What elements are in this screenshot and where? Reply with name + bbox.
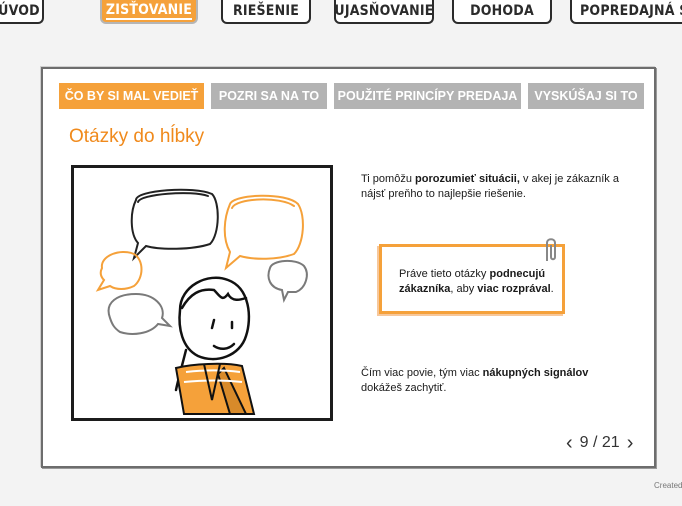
nav-tab-zistovanie[interactable]: ZISŤOVANIE bbox=[100, 0, 198, 24]
nav-tab-ujasnovanie[interactable]: UJASŇOVANIE bbox=[334, 0, 434, 24]
note-text: Práve tieto otázky podnecujú zákazníka, … bbox=[399, 268, 554, 295]
nav-tab-riesenie[interactable]: RIEŠENIE bbox=[221, 0, 311, 24]
subtab-co-by-si-mal-vediet[interactable]: ČO BY SI MAL VEDIEŤ bbox=[59, 83, 204, 109]
content-panel: ČO BY SI MAL VEDIEŤ POZRI SA NA TO POUŽI… bbox=[41, 67, 656, 468]
chevron-left-icon[interactable]: ‹ bbox=[566, 432, 573, 455]
nav-tab-uvod[interactable]: ÚVOD bbox=[0, 0, 44, 24]
subtab-pozri-sa-na-to[interactable]: POZRI SA NA TO bbox=[211, 83, 327, 109]
subtab-vyskusaj-si-to[interactable]: VYSKÚŠAJ SI TO bbox=[528, 83, 644, 109]
subtab-pouzite-principy[interactable]: POUŽITÉ PRINCÍPY PREDAJA bbox=[334, 83, 521, 109]
page-title: Otázky do hĺbky bbox=[69, 126, 205, 147]
illustration-frame bbox=[71, 165, 333, 421]
closing-paragraph: Čím viac povie, tým viac nákupných signá… bbox=[361, 367, 589, 394]
created-footer: Created bbox=[654, 481, 682, 490]
highlight-note: Práve tieto otázky podnecujú zákazníka, … bbox=[379, 244, 565, 314]
pagination: ‹ 9 / 21 › bbox=[566, 432, 634, 455]
nav-tab-popredajna[interactable]: POPREDAJNÁ STAROSTLIVOSŤ bbox=[570, 0, 682, 24]
salesperson-speech-bubbles-illustration bbox=[95, 188, 308, 415]
intro-paragraph: Ti pomôžu porozumieť situácii, v akej je… bbox=[361, 173, 619, 200]
chevron-right-icon[interactable]: › bbox=[627, 432, 634, 455]
paperclip-icon bbox=[546, 238, 556, 261]
page-counter: 9 / 21 bbox=[579, 434, 620, 451]
top-navigation: ÚVOD ZISŤOVANIE RIEŠENIE UJASŇOVANIE DOH… bbox=[0, 0, 682, 30]
nav-tab-dohoda[interactable]: DOHODA bbox=[452, 0, 552, 24]
